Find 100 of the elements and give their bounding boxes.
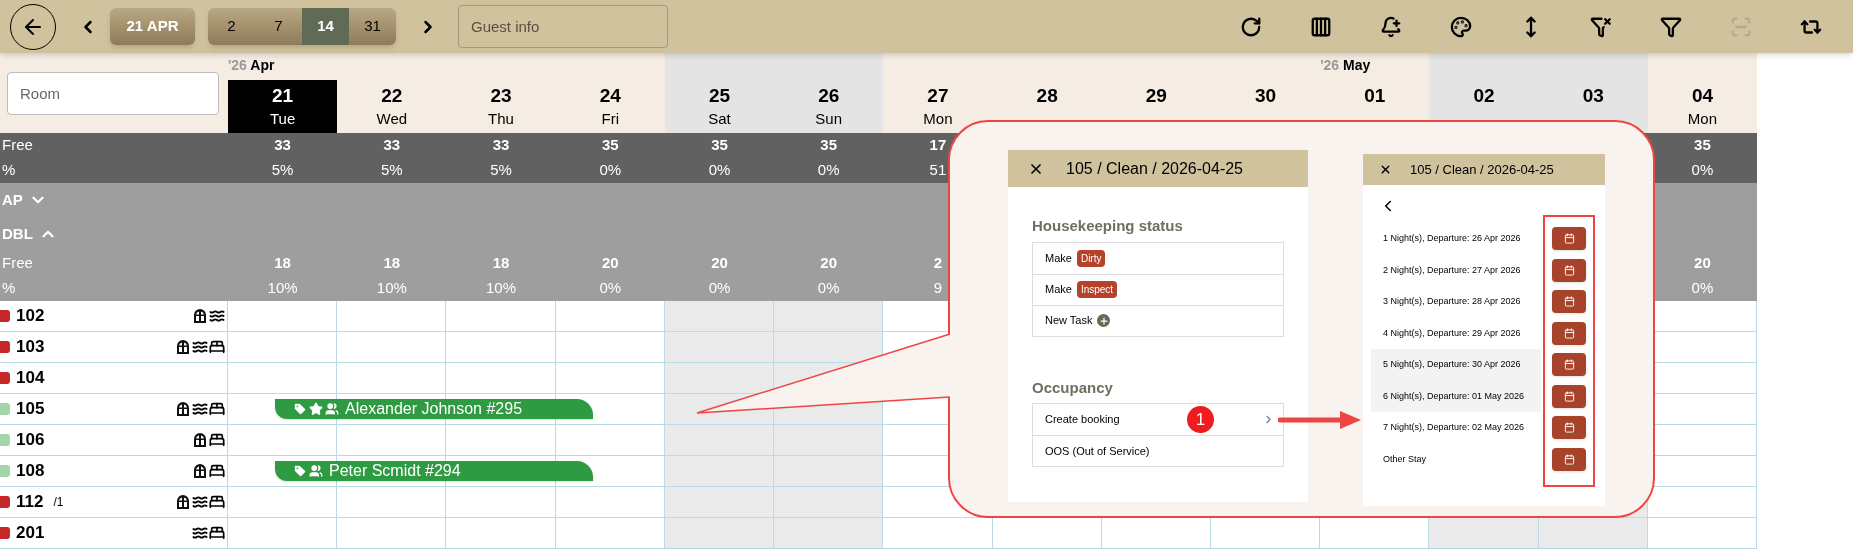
count-text: 2 — [933, 253, 943, 274]
filter-off-icon — [1590, 15, 1612, 38]
star-icon — [309, 402, 323, 416]
count-text: 10% — [267, 278, 298, 299]
stay-option[interactable]: Other Stay — [1371, 443, 1541, 475]
day-cell[interactable]: 21 Tue — [228, 80, 338, 133]
refresh-icon — [1240, 15, 1262, 38]
count-text: 0% — [817, 278, 840, 299]
room-number[interactable]: 102 — [16, 303, 45, 329]
close-icon[interactable] — [1379, 163, 1392, 176]
count-text: 18 — [274, 253, 291, 274]
room-number[interactable]: 103 — [16, 334, 45, 360]
calendar-icon — [1563, 422, 1575, 434]
stay-option[interactable]: 5 Night(s), Departure: 30 Apr 2026 — [1371, 349, 1541, 381]
count-text: 33 — [274, 135, 291, 156]
booking-bar[interactable]: Alexander Johnson #295 — [275, 399, 593, 419]
row-label: Free — [2, 135, 33, 156]
room-number[interactable]: 104 — [16, 365, 45, 391]
count-text: 18 — [383, 253, 401, 274]
stay-option[interactable]: 4 Night(s), Departure: 29 Apr 2026 — [1371, 317, 1541, 349]
day-cell[interactable]: 25 Sat — [664, 80, 775, 133]
people-icon — [309, 464, 323, 478]
guest-search-field[interactable]: Guest info — [458, 5, 668, 48]
stay-option[interactable]: 7 Night(s), Departure: 02 May 2026 — [1371, 412, 1541, 444]
room-number[interactable]: 105 — [16, 396, 45, 422]
window-icon — [192, 463, 208, 479]
status-badge[interactable]: Inspect — [1076, 281, 1118, 298]
calendar-button[interactable] — [1552, 227, 1586, 251]
calendar-icon — [1563, 453, 1575, 465]
count-text: 0% — [817, 160, 840, 181]
calendar-button[interactable] — [1552, 353, 1586, 377]
status-badge[interactable]: Dirty — [1076, 249, 1106, 267]
count-text: 0% — [1691, 278, 1714, 299]
window-icon — [175, 494, 191, 510]
calendar-icon — [1563, 264, 1575, 276]
count-text: 0% — [599, 278, 622, 299]
calendar-button[interactable] — [1552, 447, 1586, 471]
room-number[interactable]: 112 — [16, 489, 44, 515]
stay-option[interactable]: 3 Night(s), Departure: 28 Apr 2026 — [1371, 286, 1541, 318]
room-number[interactable]: 106 — [16, 427, 45, 453]
day-cell[interactable]: 26 Sun — [774, 80, 884, 133]
count-text: 0% — [708, 160, 731, 181]
menu-item[interactable]: Make — [1045, 281, 1072, 298]
count-text: 51 — [929, 160, 947, 181]
range-tab[interactable]: 2 — [208, 8, 255, 45]
people-icon — [325, 402, 339, 416]
count-text: 20 — [711, 253, 728, 274]
room-number[interactable]: 201 — [16, 520, 45, 546]
calendar-button[interactable] — [1552, 321, 1586, 345]
filter-icon — [1660, 15, 1682, 38]
day-cell[interactable]: 23 Thu — [446, 80, 556, 133]
calendar-icon — [1563, 359, 1575, 371]
count-text: 5% — [271, 160, 294, 181]
count-text: 33 — [492, 135, 510, 156]
day-cell[interactable]: 27 Mon — [883, 80, 993, 133]
count-text: 10% — [376, 278, 407, 299]
section-heading: Occupancy — [1032, 377, 1114, 398]
bed-icon — [209, 463, 225, 479]
guest-name: Alexander Johnson #295 — [345, 399, 523, 419]
calendar-button[interactable] — [1552, 384, 1586, 408]
tag-icon — [293, 464, 307, 478]
count-text: 20 — [1694, 253, 1711, 274]
calendar-icon — [1563, 327, 1575, 339]
window-icon — [175, 401, 191, 417]
waves-icon — [192, 339, 208, 355]
calendar-button[interactable] — [1552, 290, 1586, 314]
row-label: Free — [2, 253, 33, 274]
section-heading: Housekeeping status — [1032, 216, 1184, 236]
waves-icon — [192, 401, 208, 417]
room-filter-field[interactable]: Room — [7, 71, 219, 115]
count-text: 5% — [381, 160, 403, 181]
stay-option[interactable]: 1 Night(s), Departure: 26 Apr 2026 — [1371, 223, 1541, 255]
menu-item[interactable]: OOS (Out of Service) — [1045, 442, 1150, 460]
columns-icon — [1310, 15, 1332, 38]
menu-item[interactable]: Make — [1045, 249, 1072, 267]
count-text: 10% — [486, 278, 517, 299]
booking-bar[interactable]: Peter Scmidt #294 — [275, 461, 593, 481]
range-tab[interactable]: 14 — [302, 8, 349, 45]
calendar-button[interactable] — [1552, 258, 1586, 282]
guest-name: Peter Scmidt #294 — [329, 461, 461, 481]
calendar-icon — [1563, 390, 1575, 402]
menu-item[interactable]: New Task — [1045, 312, 1093, 329]
bed-icon — [209, 494, 225, 510]
plus-icon — [1099, 315, 1109, 326]
day-cell[interactable]: 22 Wed — [337, 80, 447, 133]
menu-item[interactable]: Create booking — [1045, 411, 1120, 428]
count-text: 35 — [820, 135, 838, 156]
stay-option[interactable]: 2 Night(s), Departure: 27 Apr 2026 — [1371, 254, 1541, 286]
count-text: 17 — [929, 135, 947, 156]
waves-icon — [192, 525, 208, 541]
room-number[interactable]: 108 — [16, 458, 45, 484]
calendar-button[interactable] — [1552, 416, 1586, 440]
day-cell[interactable]: 24 Fri — [555, 80, 665, 133]
stay-option[interactable]: 6 Night(s), Departure: 01 May 2026 — [1371, 380, 1541, 412]
calendar-icon — [1563, 296, 1575, 308]
add-icon[interactable] — [1097, 314, 1111, 327]
range-tab[interactable]: 31 — [349, 8, 396, 45]
count-text: 20 — [601, 253, 619, 274]
day-cell[interactable]: 04 Mon — [1647, 80, 1758, 133]
range-tab[interactable]: 7 — [255, 8, 302, 45]
